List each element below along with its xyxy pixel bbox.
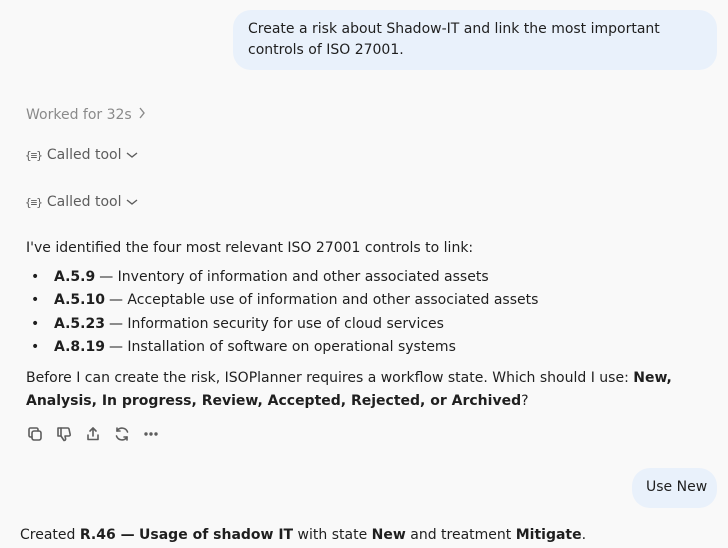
called-tool-label: Called tool — [46, 194, 122, 210]
called-tool-toggle[interactable]: {≡} Called tool — [25, 194, 138, 210]
created-mid1: with state — [293, 527, 372, 543]
called-tool-label: Called tool — [46, 147, 122, 163]
list-item: • A.5.9 — Inventory of information and o… — [31, 267, 538, 290]
share-icon[interactable] — [84, 425, 102, 443]
worked-for-toggle[interactable]: Worked for 32s — [26, 107, 146, 123]
list-item: • A.8.19 — Installation of software on o… — [31, 337, 538, 360]
risk-name: Usage of shadow IT — [139, 527, 294, 543]
user-message-text: Use New — [646, 479, 708, 495]
risk-treatment: Mitigate — [515, 527, 582, 543]
control-id: A.5.9 — [54, 269, 96, 285]
assistant-created-text: Created R.46 — Usage of shadow IT with s… — [20, 527, 586, 543]
control-id: A.5.23 — [54, 315, 105, 332]
control-text: — Installation of software on operationa… — [108, 338, 456, 355]
created-end: . — [581, 527, 587, 543]
risk-id: R.46 — — [79, 527, 135, 543]
list-item: • A.5.10 — Acceptable use of information… — [31, 290, 538, 313]
more-icon[interactable] — [142, 425, 160, 443]
worked-for-label: Worked for 32s — [26, 107, 132, 123]
assistant-question: Before I can create the risk, ISOPlanner… — [26, 367, 706, 413]
control-text: — Acceptable use of information and othe… — [108, 292, 539, 309]
control-id: A.5.10 — [54, 292, 105, 309]
control-id: A.8.19 — [54, 338, 105, 355]
regenerate-icon[interactable] — [113, 425, 131, 443]
bullet: • — [31, 315, 40, 332]
tool-icon: {≡} — [25, 195, 43, 209]
control-text: — Information security for use of cloud … — [108, 315, 444, 332]
risk-state: New — [371, 527, 406, 543]
controls-list: • A.5.9 — Inventory of information and o… — [31, 267, 538, 360]
question-suffix: ? — [521, 393, 529, 409]
assistant-intro-text: I've identified the four most relevant I… — [26, 240, 474, 256]
question-prefix: Before I can create the risk, ISOPlanner… — [26, 370, 634, 386]
message-actions — [26, 425, 160, 443]
user-message-text: Create a risk about Shadow-IT and link t… — [248, 21, 660, 58]
thumbs-down-icon[interactable] — [55, 425, 73, 443]
bullet: • — [31, 338, 40, 355]
copy-icon[interactable] — [26, 425, 44, 443]
created-mid2: and treatment — [405, 527, 516, 543]
created-prefix: Created — [20, 527, 80, 543]
user-message-bubble: Create a risk about Shadow-IT and link t… — [233, 10, 717, 70]
called-tool-toggle[interactable]: {≡} Called tool — [25, 147, 138, 163]
bullet: • — [31, 269, 40, 285]
chevron-down-icon — [126, 194, 138, 210]
control-text: — Inventory of information and other ass… — [99, 269, 489, 285]
chevron-down-icon — [126, 147, 138, 163]
tool-icon: {≡} — [25, 148, 43, 162]
bullet: • — [31, 292, 40, 309]
chevron-right-icon — [138, 107, 146, 123]
user-message-bubble: Use New — [632, 468, 717, 508]
list-item: • A.5.23 — Information security for use … — [31, 314, 538, 337]
